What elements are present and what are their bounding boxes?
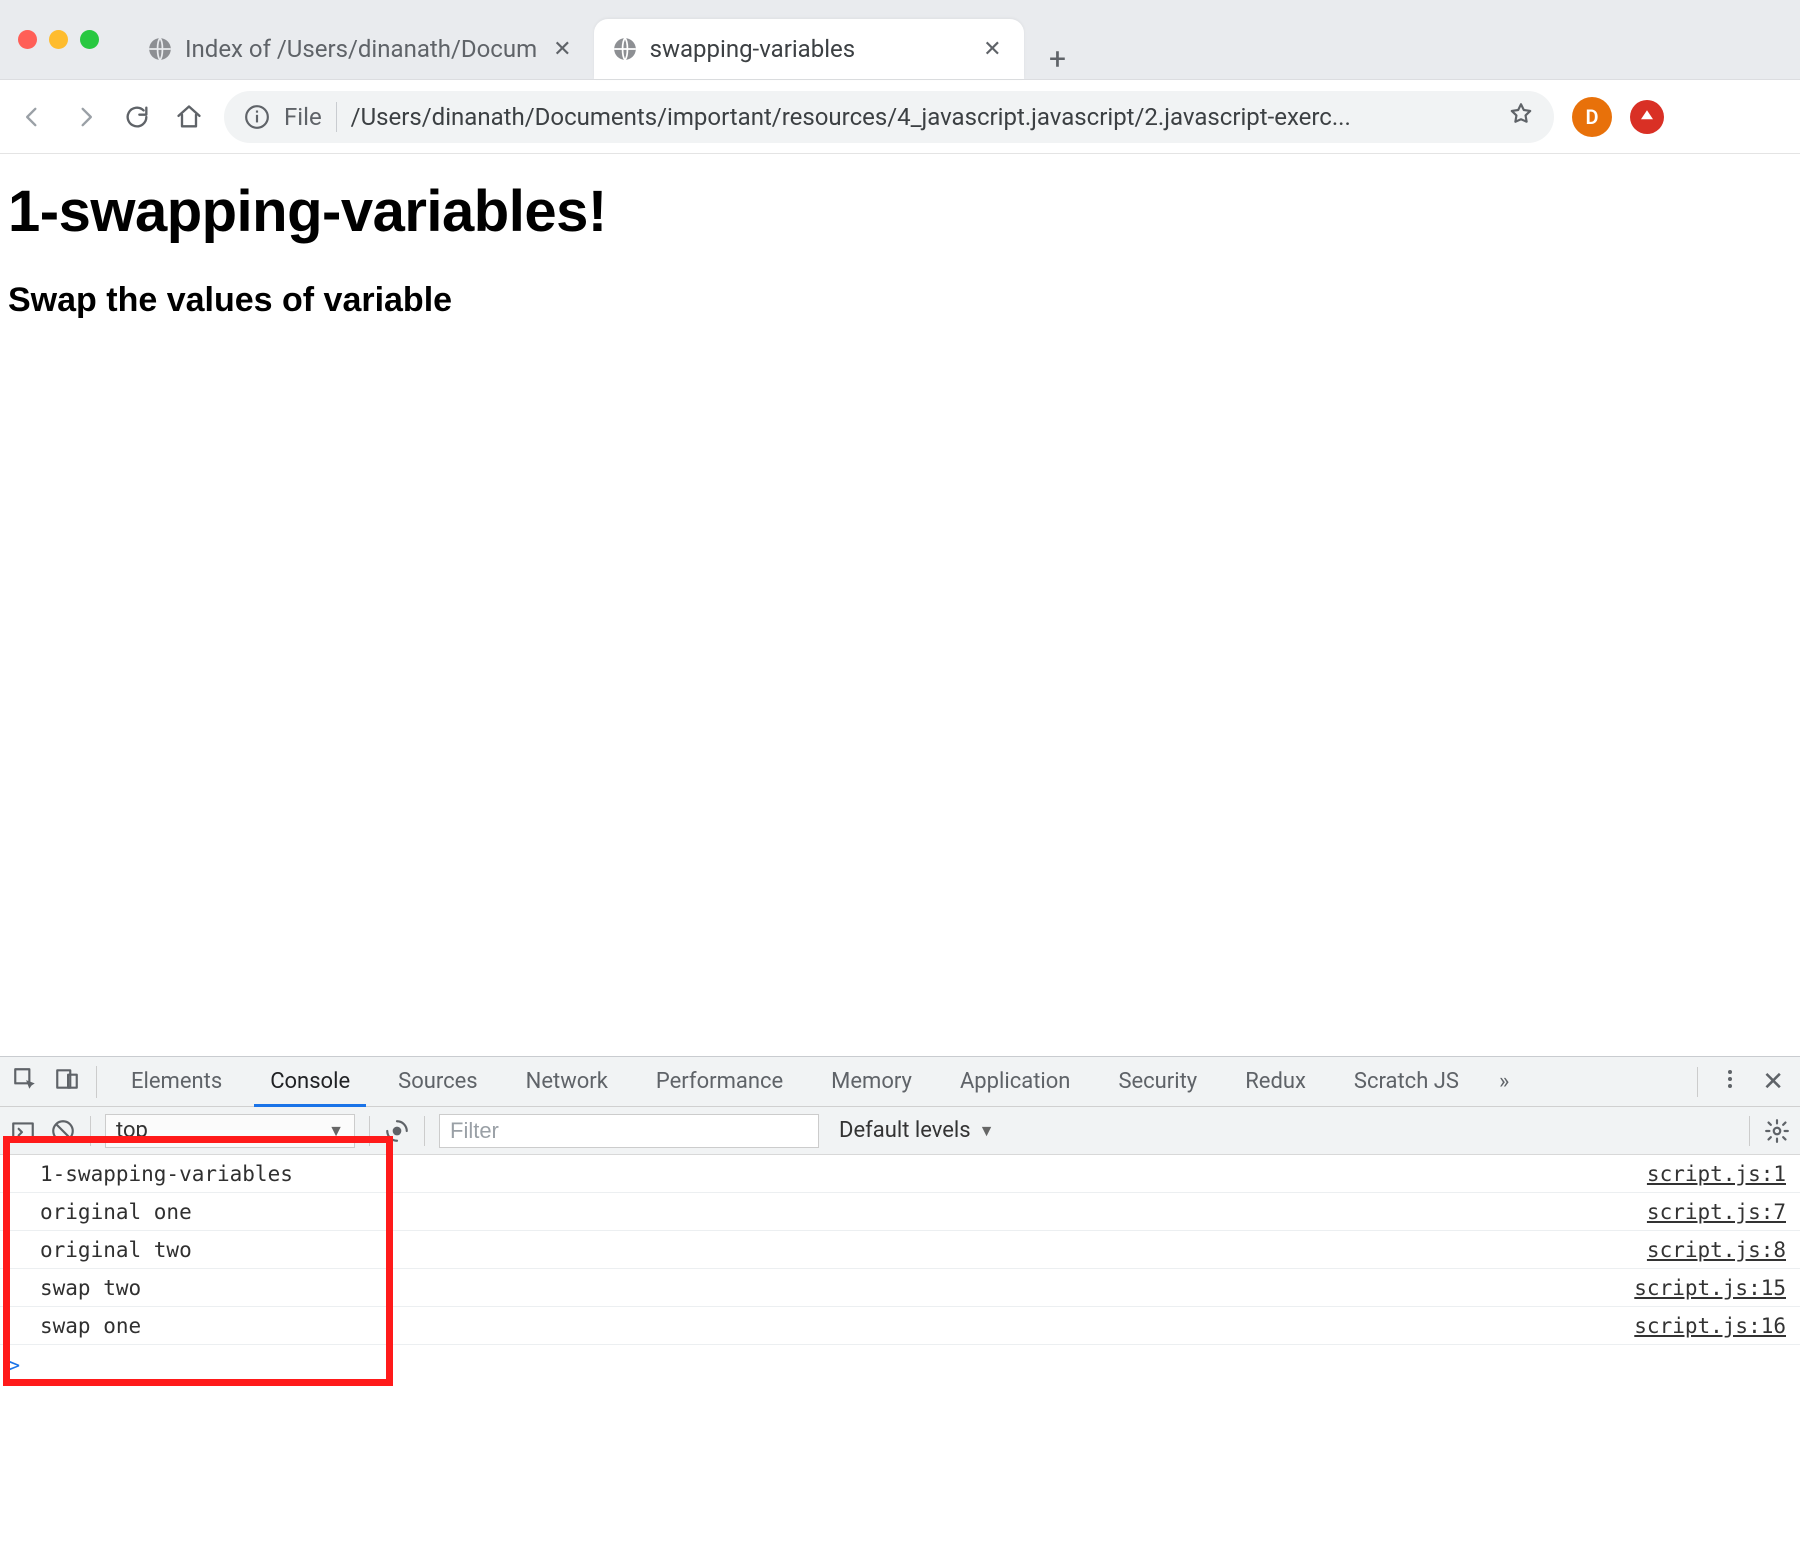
devtools-tab-scratchjs[interactable]: Scratch JS bbox=[1330, 1057, 1483, 1106]
close-tab-icon[interactable]: ✕ bbox=[549, 33, 575, 66]
console-settings-icon[interactable] bbox=[1764, 1118, 1790, 1144]
maximize-window-button[interactable] bbox=[80, 30, 99, 49]
chevron-down-icon: ▼ bbox=[328, 1121, 344, 1141]
window-controls bbox=[12, 30, 99, 49]
url-text: /Users/dinanath/Documents/important/reso… bbox=[351, 103, 1494, 131]
url-scheme-label: File bbox=[284, 103, 322, 131]
divider bbox=[424, 1116, 425, 1146]
log-message: swap two bbox=[40, 1276, 141, 1300]
levels-label: Default levels bbox=[839, 1118, 971, 1143]
globe-icon bbox=[147, 36, 173, 62]
devtools-tab-network[interactable]: Network bbox=[502, 1057, 632, 1106]
browser-tabstrip: Index of /Users/dinanath/Docum ✕ swappin… bbox=[0, 0, 1800, 80]
site-info-icon[interactable] bbox=[244, 104, 270, 130]
page-heading: 1-swapping-variables! bbox=[8, 178, 1792, 245]
page-content: 1-swapping-variables! Swap the values of… bbox=[0, 154, 1800, 344]
browser-toolbar: File /Users/dinanath/Documents/important… bbox=[0, 80, 1800, 154]
devtools-tab-security[interactable]: Security bbox=[1094, 1057, 1221, 1106]
log-source-link[interactable]: script.js:1 bbox=[1647, 1162, 1786, 1186]
forward-button[interactable] bbox=[68, 100, 102, 134]
inspect-element-icon[interactable] bbox=[12, 1066, 38, 1098]
log-source-link[interactable]: script.js:15 bbox=[1634, 1276, 1786, 1300]
devtools-tab-console[interactable]: Console bbox=[246, 1057, 374, 1106]
bookmark-star-icon[interactable] bbox=[1508, 101, 1534, 133]
log-source-link[interactable]: script.js:16 bbox=[1634, 1314, 1786, 1338]
devtools-tab-elements[interactable]: Elements bbox=[107, 1057, 246, 1106]
console-prompt[interactable]: > bbox=[0, 1345, 1800, 1385]
log-message: 1-swapping-variables bbox=[40, 1162, 293, 1186]
log-message: swap one bbox=[40, 1314, 141, 1338]
chevron-down-icon: ▼ bbox=[979, 1121, 995, 1141]
console-log-row[interactable]: original two script.js:8 bbox=[0, 1231, 1800, 1269]
log-source-link[interactable]: script.js:8 bbox=[1647, 1238, 1786, 1262]
console-sidebar-toggle-icon[interactable] bbox=[10, 1118, 36, 1144]
divider bbox=[90, 1116, 91, 1146]
divider bbox=[336, 102, 337, 132]
tab-title: Index of /Users/dinanath/Docum bbox=[185, 35, 537, 63]
devtools-tab-sources[interactable]: Sources bbox=[374, 1057, 502, 1106]
execution-context-select[interactable]: top ▼ bbox=[105, 1114, 355, 1148]
globe-icon bbox=[612, 36, 638, 62]
devtools-more-tabs-icon[interactable]: » bbox=[1483, 1069, 1525, 1094]
tab-title: swapping-variables bbox=[650, 35, 968, 63]
home-button[interactable] bbox=[172, 100, 206, 134]
tabs-container: Index of /Users/dinanath/Docum ✕ swappin… bbox=[129, 0, 1078, 79]
clear-console-icon[interactable] bbox=[50, 1118, 76, 1144]
close-devtools-icon[interactable]: ✕ bbox=[1762, 1067, 1784, 1097]
browser-tab-1[interactable]: swapping-variables ✕ bbox=[594, 19, 1024, 79]
console-log-row[interactable]: swap one script.js:16 bbox=[0, 1307, 1800, 1345]
divider bbox=[369, 1116, 370, 1146]
log-levels-select[interactable]: Default levels ▼ bbox=[833, 1118, 1000, 1143]
device-toolbar-icon[interactable] bbox=[54, 1066, 80, 1098]
log-source-link[interactable]: script.js:7 bbox=[1647, 1200, 1786, 1224]
new-tab-button[interactable]: + bbox=[1038, 39, 1078, 79]
browser-tab-0[interactable]: Index of /Users/dinanath/Docum ✕ bbox=[129, 19, 594, 79]
log-message: original two bbox=[40, 1238, 192, 1262]
extension-badge[interactable] bbox=[1630, 100, 1664, 134]
back-button[interactable] bbox=[16, 100, 50, 134]
address-bar[interactable]: File /Users/dinanath/Documents/important… bbox=[224, 91, 1554, 143]
devtools-tab-application[interactable]: Application bbox=[936, 1057, 1094, 1106]
divider bbox=[1749, 1116, 1750, 1146]
devtools-tab-redux[interactable]: Redux bbox=[1221, 1057, 1330, 1106]
log-message: original one bbox=[40, 1200, 192, 1224]
devtools-tabbar: Elements Console Sources Network Perform… bbox=[0, 1057, 1800, 1107]
console-log-row[interactable]: 1-swapping-variables script.js:1 bbox=[0, 1155, 1800, 1193]
console-log-area: 1-swapping-variables script.js:1 origina… bbox=[0, 1155, 1800, 1550]
context-label: top bbox=[116, 1118, 148, 1143]
kebab-menu-icon[interactable] bbox=[1718, 1067, 1742, 1097]
close-tab-icon[interactable]: ✕ bbox=[979, 33, 1005, 66]
avatar-letter: D bbox=[1585, 105, 1598, 129]
devtools-panel: Elements Console Sources Network Perform… bbox=[0, 1056, 1800, 1550]
page-subheading: Swap the values of variable bbox=[8, 281, 1792, 320]
reload-button[interactable] bbox=[120, 100, 154, 134]
console-filter-input[interactable] bbox=[439, 1114, 819, 1148]
console-log-row[interactable]: original one script.js:7 bbox=[0, 1193, 1800, 1231]
close-window-button[interactable] bbox=[18, 30, 37, 49]
divider bbox=[1697, 1067, 1698, 1097]
prompt-caret: > bbox=[8, 1353, 20, 1377]
minimize-window-button[interactable] bbox=[49, 30, 68, 49]
live-expression-icon[interactable] bbox=[384, 1118, 410, 1144]
devtools-tab-memory[interactable]: Memory bbox=[807, 1057, 936, 1106]
console-log-row[interactable]: swap two script.js:15 bbox=[0, 1269, 1800, 1307]
profile-avatar[interactable]: D bbox=[1572, 97, 1612, 137]
console-toolbar: top ▼ Default levels ▼ bbox=[0, 1107, 1800, 1155]
devtools-tab-performance[interactable]: Performance bbox=[632, 1057, 807, 1106]
